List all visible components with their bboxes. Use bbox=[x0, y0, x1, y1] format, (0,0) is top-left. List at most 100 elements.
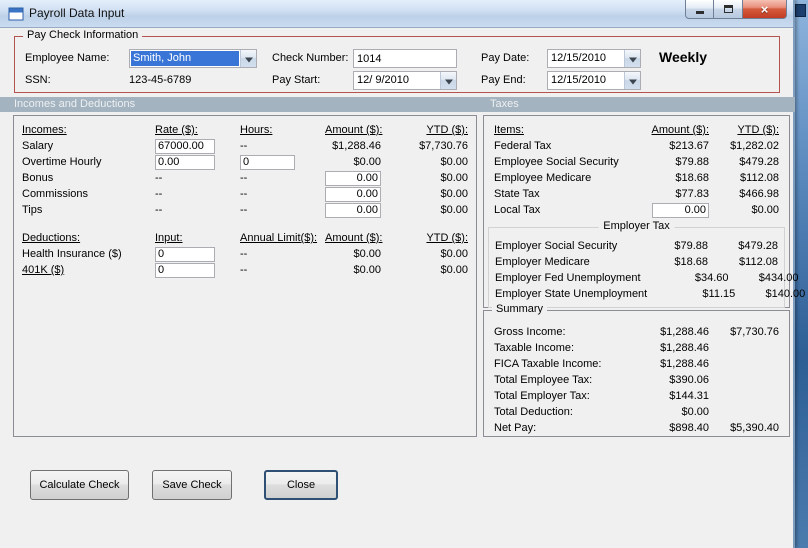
col-header-ytd: YTD ($): bbox=[426, 232, 468, 244]
col-header-amount: Amount ($): bbox=[325, 232, 383, 244]
row-label: Employee Medicare bbox=[494, 172, 592, 184]
cell-ytd: $7,730.76 bbox=[419, 140, 468, 152]
col-header-ytd: YTD ($): bbox=[426, 124, 468, 136]
pay-end-picker[interactable]: 12/15/2010 bbox=[547, 71, 641, 90]
cell-ytd: $0.00 bbox=[440, 264, 468, 276]
row-label: Tips bbox=[22, 204, 43, 216]
chevron-down-icon[interactable] bbox=[624, 72, 640, 89]
cell-amount: $79.88 bbox=[675, 156, 709, 168]
col-header-amount: Amount ($): bbox=[651, 124, 709, 136]
employer-tax-group: Employer Tax Employer Social Security $7… bbox=[488, 220, 805, 308]
summary-row-total-employer-tax: Total Employer Tax: $144.31 bbox=[484, 388, 789, 404]
pay-start-value: 12/ 9/2010 bbox=[357, 74, 409, 86]
cell-amount: $18.68 bbox=[674, 256, 708, 268]
cell-ytd: $7,730.76 bbox=[730, 326, 779, 338]
pay-date-picker[interactable]: 12/15/2010 bbox=[547, 49, 641, 68]
cell-amount: $0.00 bbox=[353, 264, 381, 276]
summary-row-total-deduction: Total Deduction: $0.00 bbox=[484, 404, 789, 420]
cell-ytd: $0.00 bbox=[751, 204, 779, 216]
summary-row-taxable-income: Taxable Income: $1,288.46 bbox=[484, 340, 789, 356]
cell-ytd: $0.00 bbox=[440, 172, 468, 184]
chevron-down-icon[interactable] bbox=[240, 50, 256, 67]
employee-name-label: Employee Name: bbox=[25, 52, 110, 64]
summary-panel: Summary Gross Income: $1,288.46 $7,730.7… bbox=[483, 303, 790, 437]
income-row-salary: Salary -- $1,288.46 $7,730.76 bbox=[14, 138, 476, 154]
cell-amount: $0.00 bbox=[353, 156, 381, 168]
minimize-button[interactable] bbox=[685, 0, 714, 19]
row-label: Total Employer Tax: bbox=[494, 390, 590, 402]
close-window-button[interactable]: × bbox=[742, 0, 787, 19]
bonus-amount-input[interactable] bbox=[325, 170, 381, 186]
check-number-input[interactable] bbox=[353, 49, 457, 68]
col-header-ytd: YTD ($): bbox=[737, 124, 779, 136]
cell-amount: $1,288.46 bbox=[660, 326, 709, 338]
employer-tax-legend: Employer Tax bbox=[598, 220, 675, 232]
close-button[interactable]: Close bbox=[264, 470, 338, 500]
row-label: Health Insurance ($) bbox=[22, 248, 122, 260]
cell-amount: $898.40 bbox=[669, 422, 709, 434]
row-label: Salary bbox=[22, 140, 54, 152]
row-label: Taxable Income: bbox=[494, 342, 575, 354]
cell-amount: $11.15 bbox=[702, 288, 736, 300]
cell-amount: $34.60 bbox=[694, 272, 729, 284]
col-header-hours: Hours: bbox=[240, 124, 273, 136]
cell-amount: $1,288.46 bbox=[332, 140, 381, 152]
pay-start-picker[interactable]: 12/ 9/2010 bbox=[353, 71, 457, 90]
overtime-rate-input[interactable] bbox=[155, 154, 215, 170]
401k-input[interactable] bbox=[155, 262, 215, 278]
section-header-taxes: Taxes bbox=[490, 98, 519, 110]
tax-row-employer-social-security: Employer Social Security $79.88 $479.28 bbox=[489, 238, 784, 254]
tax-row-local: Local Tax $0.00 bbox=[484, 202, 789, 218]
401k-link[interactable]: 401K ($) bbox=[22, 264, 155, 276]
salary-rate-input[interactable] bbox=[155, 138, 215, 154]
cell-amount: $0.00 bbox=[681, 406, 709, 418]
app-icon bbox=[8, 6, 24, 22]
titlebar[interactable]: Payroll Data Input × bbox=[0, 0, 793, 28]
cell-hours: -- bbox=[240, 140, 248, 152]
commissions-amount-input[interactable] bbox=[325, 186, 381, 202]
cell-rate: -- bbox=[155, 172, 163, 184]
calculate-check-button[interactable]: Calculate Check bbox=[30, 470, 129, 500]
cell-ytd: $5,390.40 bbox=[730, 422, 779, 434]
health-insurance-input[interactable] bbox=[155, 246, 215, 262]
cell-ytd: $112.08 bbox=[739, 256, 778, 268]
cell-ytd: $479.28 bbox=[738, 240, 778, 252]
row-label: FICA Taxable Income: bbox=[494, 358, 602, 370]
row-label: Gross Income: bbox=[494, 326, 566, 338]
cell-ytd: $0.00 bbox=[440, 156, 468, 168]
cell-limit: -- bbox=[240, 248, 248, 260]
overtime-hours-input[interactable] bbox=[240, 154, 295, 170]
pay-date-value: 12/15/2010 bbox=[551, 52, 607, 64]
deductions-header-row: Deductions: Input: Annual Limit($): Amou… bbox=[14, 230, 476, 246]
maximize-icon bbox=[723, 5, 733, 13]
chevron-down-icon[interactable] bbox=[440, 72, 456, 89]
paycheck-info-legend: Pay Check Information bbox=[23, 29, 143, 41]
local-tax-input[interactable] bbox=[652, 202, 709, 218]
close-icon: × bbox=[760, 1, 769, 17]
maximize-button[interactable] bbox=[714, 0, 742, 19]
cell-ytd: $0.00 bbox=[440, 204, 468, 216]
cell-rate: -- bbox=[155, 188, 163, 200]
chevron-down-icon[interactable] bbox=[624, 50, 640, 67]
employee-name-combobox[interactable]: Smith, John bbox=[129, 49, 257, 68]
cell-ytd: $434.00 bbox=[758, 272, 799, 284]
cell-amount: $0.00 bbox=[353, 248, 381, 260]
cell-ytd: $466.98 bbox=[739, 188, 779, 200]
employee-name-value: Smith, John bbox=[131, 51, 239, 66]
tax-row-employee-social-security: Employee Social Security $79.88 $479.28 bbox=[484, 154, 789, 170]
cell-ytd: $1,282.02 bbox=[730, 140, 779, 152]
section-header-bar: Incomes and Deductions Taxes bbox=[0, 97, 795, 112]
cell-amount: $18.68 bbox=[675, 172, 709, 184]
cell-hours: -- bbox=[240, 188, 248, 200]
cell-limit: -- bbox=[240, 264, 248, 276]
pay-start-label: Pay Start: bbox=[272, 74, 321, 86]
tips-amount-input[interactable] bbox=[325, 202, 381, 218]
cell-ytd: $140.00 bbox=[765, 288, 806, 300]
check-number-label: Check Number: bbox=[272, 52, 349, 64]
cell-ytd: $112.08 bbox=[740, 172, 779, 184]
summary-row-fica-taxable-income: FICA Taxable Income: $1,288.46 bbox=[484, 356, 789, 372]
save-check-button[interactable]: Save Check bbox=[152, 470, 232, 500]
taxes-panel: Items: Amount ($): YTD ($): Federal Tax … bbox=[483, 115, 805, 308]
cell-hours: -- bbox=[240, 172, 248, 184]
cell-amount: $79.88 bbox=[674, 240, 708, 252]
